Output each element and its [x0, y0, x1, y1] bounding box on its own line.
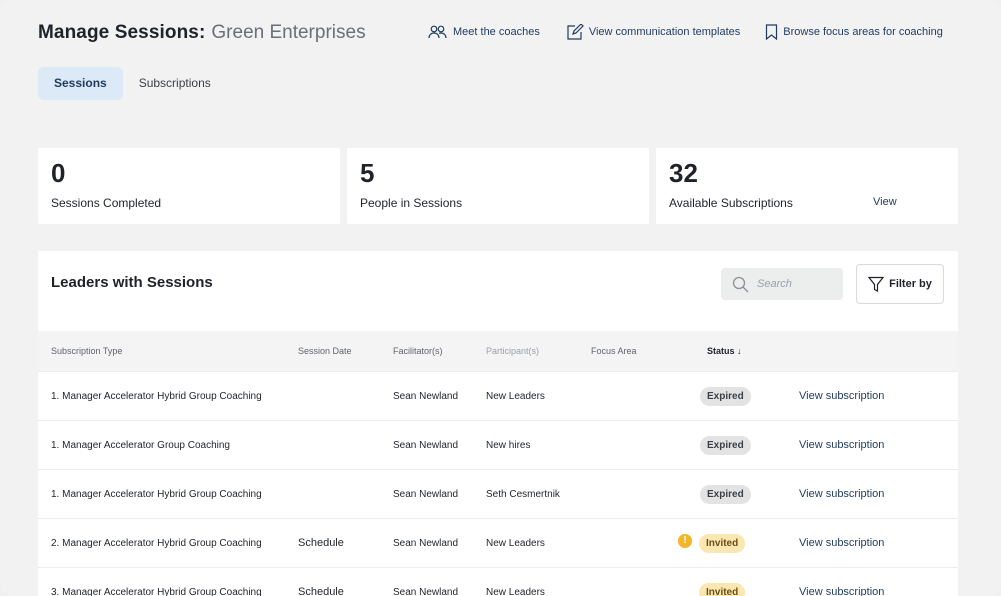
facilitator-cell: Sean Newland: [393, 489, 459, 500]
table-row: 3. Manager Accelerator Hybrid Group Coac…: [38, 567, 958, 596]
column-session-date[interactable]: Session Date: [298, 331, 352, 371]
page-title: Manage Sessions:: [38, 22, 206, 43]
stat-label: Sessions Completed: [51, 196, 162, 210]
stat-card-available-subscriptions: 32 Available Subscriptions View: [656, 148, 958, 224]
participant-cell: New Leaders: [486, 538, 545, 549]
warning-icon[interactable]: !: [678, 534, 692, 548]
search-input[interactable]: Search: [721, 268, 843, 300]
facilitator-cell: Sean Newland: [393, 587, 459, 596]
table-row: 1. Manager Accelerator Hybrid Group Coac…: [38, 371, 958, 420]
view-templates-label: View communication templates: [588, 26, 741, 38]
filter-label: Filter by: [889, 278, 932, 290]
subscription-type-cell: 1. Manager Accelerator Hybrid Group Coac…: [51, 391, 262, 402]
view-subscription-link[interactable]: View subscription: [799, 568, 884, 596]
table-header: Subscription Type Session Date Facilitat…: [38, 331, 958, 371]
facilitator-cell: Sean Newland: [393, 440, 459, 451]
view-subscription-link[interactable]: View subscription: [799, 372, 884, 421]
leaders-table-panel: Leaders with Sessions Search Filter by S…: [38, 251, 958, 596]
table-row: 1. Manager Accelerator Group Coaching Se…: [38, 420, 958, 469]
column-participants[interactable]: Participant(s): [486, 331, 539, 371]
browse-focus-areas-label: Browse focus areas for coaching: [783, 26, 943, 38]
panel-title: Leaders with Sessions: [51, 274, 213, 291]
search-icon: [732, 276, 749, 292]
facilitator-cell: Sean Newland: [393, 391, 459, 402]
view-subscription-link[interactable]: View subscription: [799, 421, 884, 470]
column-status[interactable]: Status ↓: [707, 331, 742, 371]
view-templates-link[interactable]: View communication templates: [566, 24, 740, 40]
stat-label: Available Subscriptions: [669, 196, 793, 210]
app-window: Manage Sessions: Green Enterprises Meet …: [0, 0, 1001, 596]
page-header: Manage Sessions: Green Enterprises: [38, 22, 366, 44]
schedule-link[interactable]: Schedule: [298, 519, 344, 568]
table-row: 1. Manager Accelerator Hybrid Group Coac…: [38, 469, 958, 518]
header-links: Meet the coaches View communication temp…: [428, 24, 943, 40]
participant-cell: New hires: [486, 440, 531, 451]
filter-icon: [868, 276, 885, 292]
participant-cell: New Leaders: [486, 391, 545, 402]
tab-sessions[interactable]: Sessions: [38, 67, 123, 100]
subscription-type-cell: 3. Manager Accelerator Hybrid Group Coac…: [51, 587, 262, 596]
view-subscription-link[interactable]: View subscription: [799, 519, 884, 568]
tab-subscriptions[interactable]: Subscriptions: [123, 67, 227, 100]
participant-cell: New Leaders: [486, 587, 545, 596]
table-row: 2. Manager Accelerator Hybrid Group Coac…: [38, 518, 958, 567]
stat-value: 32: [669, 158, 698, 188]
stat-card-people-in-sessions: 5 People in Sessions: [347, 148, 649, 224]
search-placeholder: Search: [757, 278, 792, 290]
filter-button[interactable]: Filter by: [856, 264, 944, 304]
facilitator-cell: Sean Newland: [393, 538, 459, 549]
schedule-link[interactable]: Schedule: [298, 568, 344, 596]
bookmark-icon: [766, 24, 778, 40]
stat-label: People in Sessions: [360, 196, 463, 210]
column-focus-area[interactable]: Focus Area: [591, 331, 637, 371]
status-badge: Expired: [700, 436, 751, 455]
stat-value: 0: [51, 158, 66, 188]
column-subscription-type[interactable]: Subscription Type: [51, 331, 122, 371]
stat-value: 5: [360, 158, 375, 188]
subscription-type-cell: 2. Manager Accelerator Hybrid Group Coac…: [51, 538, 262, 549]
organization-name: Green Enterprises: [211, 22, 366, 43]
people-icon: [428, 25, 447, 39]
status-badge: Invited: [699, 534, 746, 553]
subscription-type-cell: 1. Manager Accelerator Group Coaching: [51, 440, 230, 451]
browse-focus-areas-link[interactable]: Browse focus areas for coaching: [765, 24, 943, 40]
edit-icon: [567, 24, 584, 40]
meet-coaches-link[interactable]: Meet the coaches: [428, 25, 540, 39]
view-subscriptions-link[interactable]: View: [873, 196, 897, 208]
subscription-type-cell: 1. Manager Accelerator Hybrid Group Coac…: [51, 489, 262, 500]
status-badge: Expired: [700, 485, 751, 504]
view-subscription-link[interactable]: View subscription: [799, 470, 884, 519]
status-badge: Invited: [699, 583, 746, 596]
meet-coaches-label: Meet the coaches: [453, 26, 540, 38]
stat-card-sessions-completed: 0 Sessions Completed: [38, 148, 340, 224]
tab-bar: Sessions Subscriptions: [38, 67, 227, 100]
participant-cell: Seth Cesmertnik: [486, 489, 560, 500]
status-badge: Expired: [700, 387, 751, 406]
column-facilitators[interactable]: Facilitator(s): [393, 331, 443, 371]
